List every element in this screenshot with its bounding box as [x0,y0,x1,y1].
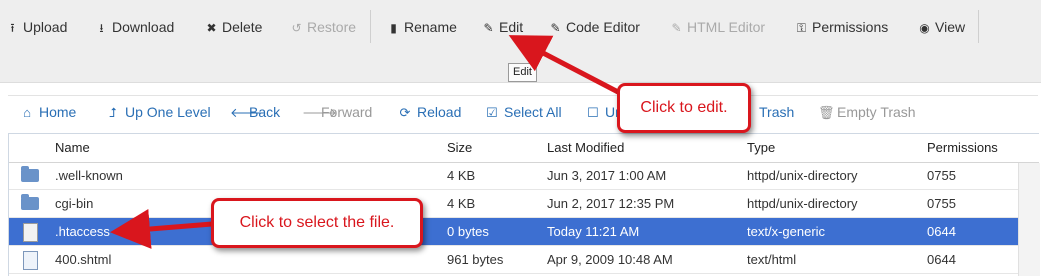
vertical-scrollbar[interactable] [1018,163,1040,276]
file-modified: Jun 2, 2017 12:35 PM [547,196,675,211]
file-name: cgi-bin [55,196,94,211]
column-header-name[interactable]: Name [55,140,90,155]
checkbox-empty-icon: ☐ [587,105,599,120]
empty-trash-button[interactable]: 🗑 Empty Trash [818,102,916,122]
delete-label: Delete [222,19,263,35]
home-icon: ⌂ [23,105,31,120]
toolbar-divider [370,10,371,43]
table-row-selected[interactable]: .htaccess 0 bytes Today 11:21 AM text/x-… [9,218,1018,246]
delete-button[interactable]: ✖ Delete [205,17,262,37]
edit-button[interactable]: ✎ Edit [482,17,523,37]
column-header-permissions[interactable]: Permissions [927,140,998,155]
file-icon [23,223,38,242]
file-permissions: 0755 [927,196,956,211]
folder-icon [21,194,39,210]
toolbar-divider [978,10,979,43]
file-permissions: 0644 [927,252,956,267]
edit-tooltip: Edit [508,63,537,82]
upload-button[interactable]: ⭱ Upload [6,17,67,37]
file-name: .well-known [55,168,123,183]
upload-icon: ⭱ [10,21,15,35]
upload-label: Upload [23,19,68,35]
eye-icon: ◉ [919,21,930,35]
file-table: Name Size Last Modified Type Permissions… [8,133,1040,276]
empty-trash-label: Empty Trash [837,104,916,120]
view-button[interactable]: ◉ View [918,17,965,37]
select-callout: Click to select the file. [211,198,423,248]
table-row[interactable]: 400.shtml 961 bytes Apr 9, 2009 10:48 AM… [9,246,1018,274]
file-permissions: 0644 [927,224,956,239]
edit-callout-text: Click to edit. [640,99,728,116]
code-editor-button[interactable]: ✎ Code Editor [549,17,640,37]
table-row[interactable]: .well-known 4 KB Jun 3, 2017 1:00 AM htt… [9,162,1018,190]
rename-button[interactable]: ▮ Rename [387,17,457,37]
arrow-right-icon: 🡒 [302,105,337,120]
file-type: text/html [747,252,797,267]
restore-button[interactable]: ↺ Restore [290,17,356,37]
trash-icon: 🗑 [818,105,835,120]
permissions-button[interactable]: ⚿ Permissions [795,17,888,37]
select-all-label: Select All [504,104,562,120]
pencil-icon: ✎ [483,21,494,35]
level-up-icon: ⮥ [109,105,117,120]
edit-callout: Click to edit. [617,83,751,133]
back-label: Back [249,104,281,120]
key-icon: ⚿ [796,21,807,35]
table-row[interactable]: cgi-bin 4 KB Jun 2, 2017 12:35 PM httpd/… [9,190,1018,218]
edit-label: Edit [499,19,524,35]
refresh-icon: ⟳ [399,105,411,120]
download-icon: ⭳ [99,21,104,35]
file-type: httpd/unix-directory [747,196,858,211]
html-editor-button[interactable]: ✎ HTML Editor [670,17,765,37]
column-header-type[interactable]: Type [747,140,775,155]
edit-square-icon: ✎ [550,21,561,35]
view-label: View [935,19,966,35]
edit-square-icon: ✎ [671,21,682,35]
file-size: 0 bytes [447,224,489,239]
forward-button[interactable]: 🡒Forward [302,102,372,122]
html-file-icon [23,251,38,270]
file-permissions: 0755 [927,168,956,183]
rename-label: Rename [404,19,457,35]
arrow-left-icon: 🡐 [230,105,265,120]
back-button[interactable]: 🡐Back [230,102,280,122]
undo-icon: ↺ [291,21,302,35]
file-name: .htaccess [55,224,110,239]
navigation-bar: ⌂ Home ⮥ Up One Level 🡐Back 🡒Forward ⟳ Relo… [8,95,1038,129]
file-size: 961 bytes [447,252,504,267]
home-button[interactable]: ⌂ Home [20,102,76,122]
view-trash-button[interactable]: Trash [759,102,794,122]
file-modified: Today 11:21 AM [547,224,640,239]
close-icon: ✖ [206,21,217,35]
file-modified: Apr 9, 2009 10:48 AM [547,252,673,267]
select-all-button[interactable]: ☑ Select All [485,102,562,122]
restore-label: Restore [307,19,357,35]
checkbox-checked-icon: ☑ [486,105,498,120]
file-type: text/x-generic [747,224,826,239]
file-name: 400.shtml [55,252,112,267]
code-editor-label: Code Editor [566,19,640,35]
up-one-level-button[interactable]: ⮥ Up One Level [106,102,211,122]
column-header-modified[interactable]: Last Modified [547,140,624,155]
folder-icon [21,166,39,182]
file-size: 4 KB [447,168,476,183]
permissions-label: Permissions [812,19,889,35]
table-header: Name Size Last Modified Type Permissions [9,134,1039,163]
trash-label: Trash [759,104,795,120]
html-editor-label: HTML Editor [687,19,766,35]
file-modified: Jun 3, 2017 1:00 AM [547,168,667,183]
up-one-level-label: Up One Level [125,104,211,120]
reload-button[interactable]: ⟳ Reload [398,102,462,122]
column-header-size[interactable]: Size [447,140,472,155]
forward-label: Forward [321,104,373,120]
home-label: Home [39,104,77,120]
unselect-all-button[interactable]: ☐ Ur [586,102,620,122]
download-label: Download [112,19,175,35]
file-type: httpd/unix-directory [747,168,858,183]
download-button[interactable]: ⭳ Download [95,17,174,37]
file-size: 4 KB [447,196,476,211]
file-icon: ▮ [390,21,397,35]
reload-label: Reload [417,104,462,120]
select-callout-text: Click to select the file. [239,214,395,231]
